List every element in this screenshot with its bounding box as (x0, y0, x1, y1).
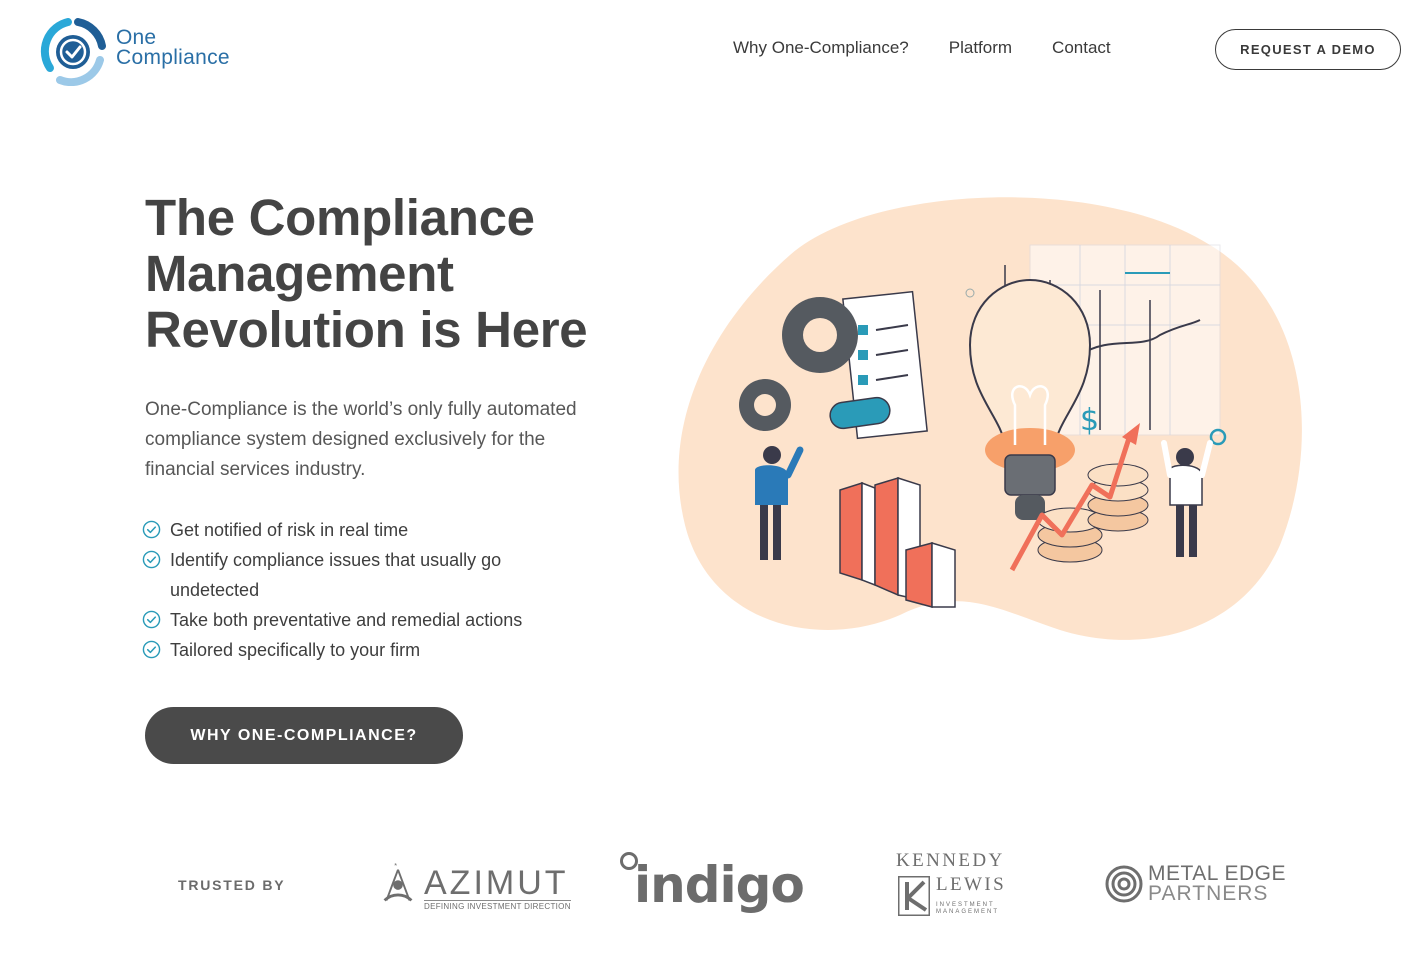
logo-line-1: One (116, 26, 157, 49)
list-item: Get notified of risk in real time (142, 515, 582, 545)
list-item-text: Tailored specifically to your firm (170, 640, 421, 660)
partner-name-line-2: LEWIS (936, 874, 1007, 895)
partner-name-line-2: PARTNERS (1148, 882, 1269, 905)
dollar-sign-graphic: $ (1080, 403, 1099, 438)
logo[interactable]: One Compliance (38, 14, 258, 86)
check-circle-icon (142, 610, 161, 629)
hero-subtitle: One-Compliance is the world’s only fully… (145, 399, 577, 480)
list-item: Tailored specifically to your firm (142, 635, 582, 665)
main-nav: Why One-Compliance? Platform Contact (733, 38, 1111, 58)
nav-platform[interactable]: Platform (949, 38, 1012, 58)
partner-logo-indigo: indigo (618, 850, 813, 920)
partner-name-line-1: KENNEDY (896, 850, 1005, 871)
page-title: The Compliance Management Revolution is … (145, 189, 588, 358)
partner-logo-azimut: * AZIMUT DEFINING INVESTMENT DIRECTION (378, 858, 571, 914)
partner-name-line-3: INVESTMENT MANAGEMENT (936, 902, 1000, 915)
why-one-compliance-button[interactable]: WHY ONE-COMPLIANCE? (145, 707, 463, 764)
feature-list: Get notified of risk in real time Identi… (142, 515, 582, 665)
partner-logo-metal-edge: METAL EDGE PARTNERS (1104, 862, 1299, 910)
partner-tagline: DEFINING INVESTMENT DIRECTION (424, 900, 571, 911)
logo-wordmark: One Compliance (116, 26, 230, 69)
trusted-by-label: TRUSTED BY (178, 877, 286, 893)
sextant-icon: * (383, 862, 413, 902)
partner-name: AZIMUT (424, 864, 569, 902)
check-circle-icon (142, 640, 161, 659)
list-item-text: Get notified of risk in real time (170, 520, 409, 540)
logo-line-2: Compliance (116, 46, 230, 69)
nav-contact[interactable]: Contact (1052, 38, 1111, 58)
concentric-rings-icon (1105, 865, 1143, 903)
check-circle-icon (142, 550, 161, 569)
list-item-text: Identify compliance issues that usually … (170, 550, 502, 600)
list-item: Identify compliance issues that usually … (142, 545, 582, 605)
logo-mark-icon (40, 18, 106, 86)
list-item: Take both preventative and remedial acti… (142, 605, 582, 635)
partner-logo-kennedy-lewis: KENNEDY LEWIS INVESTMENT MANAGEMENT (896, 850, 1021, 920)
list-item-text: Take both preventative and remedial acti… (170, 610, 523, 630)
check-circle-icon (142, 520, 161, 539)
svg-text:*: * (394, 862, 397, 870)
nav-why-one-compliance[interactable]: Why One-Compliance? (733, 38, 909, 58)
k-monogram-icon (898, 876, 930, 916)
hero-illustration: $ (678, 197, 1302, 640)
request-demo-button[interactable]: REQUEST A DEMO (1215, 29, 1401, 70)
partner-name: indigo (634, 856, 805, 914)
